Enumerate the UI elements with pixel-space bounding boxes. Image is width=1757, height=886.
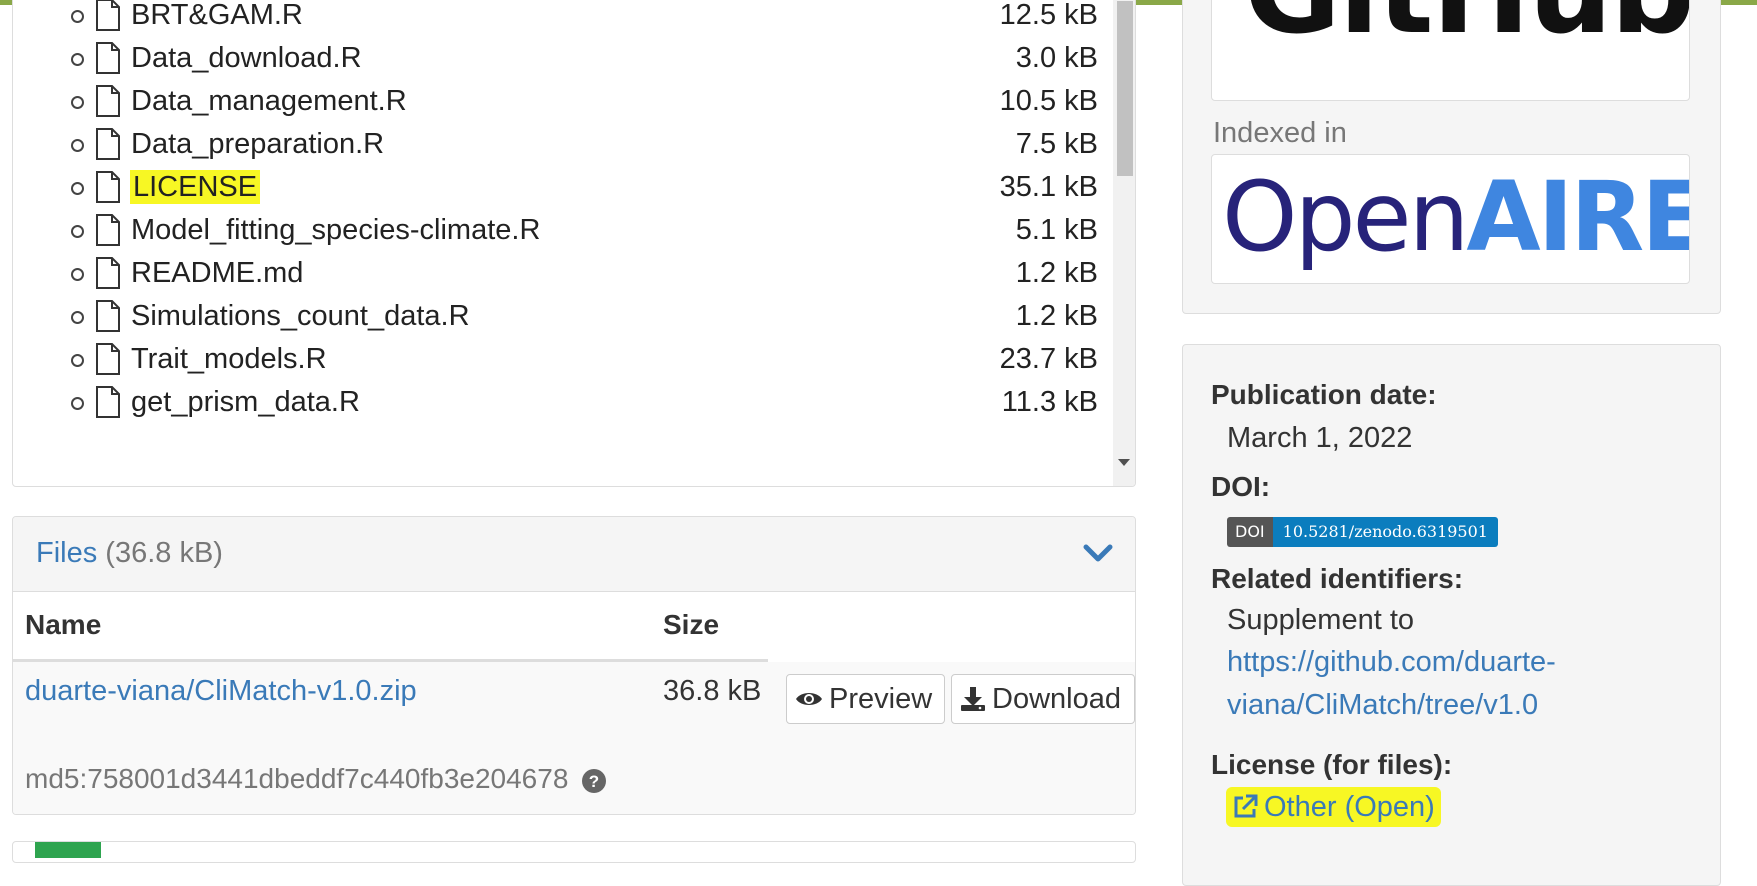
download-icon: [961, 687, 985, 711]
list-item: Simulations_count_data.R 1.2 kB: [13, 297, 1113, 340]
file-size: 1.2 kB: [1015, 257, 1098, 289]
file-name: Data_download.R: [131, 42, 362, 74]
publication-date-value: March 1, 2022: [1227, 422, 1413, 454]
file-size: 35.1 kB: [999, 171, 1098, 203]
publication-date-label: Publication date:: [1211, 379, 1437, 410]
file-icon: [96, 85, 120, 117]
license-label: License (for files):: [1211, 749, 1453, 780]
file-icon: [96, 343, 120, 375]
file-name: BRT&GAM.R: [131, 0, 303, 31]
file-name: README.md: [131, 257, 304, 289]
related-identifier-relation: Supplement to: [1227, 604, 1415, 636]
file-name: Simulations_count_data.R: [131, 300, 470, 332]
list-item: Model_fitting_species-climate.R 5.1 kB: [13, 211, 1113, 254]
doi-badge[interactable]: DOI 10.5281/zenodo.6319501: [1227, 517, 1498, 547]
svg-text:?: ?: [589, 772, 599, 791]
list-item: Data_management.R 10.5 kB: [13, 82, 1113, 125]
file-icon: [96, 257, 120, 289]
metadata-panel: Publication date: March 1, 2022 DOI: DOI…: [1182, 344, 1721, 886]
list-item: Trait_models.R 23.7 kB: [13, 340, 1113, 383]
tree-scrollbar[interactable]: [1113, 0, 1135, 486]
bullet-icon: [71, 311, 84, 324]
archive-file-link[interactable]: duarte-viana/CliMatch-v1.0.zip: [25, 675, 417, 708]
file-size: 11.3 kB: [1001, 386, 1098, 418]
file-size: 7.5 kB: [1015, 128, 1098, 160]
file-icon: [96, 128, 120, 160]
md5-checksum: md5:758001d3441dbeddf7c440fb3e204678 ?: [25, 763, 607, 795]
file-name: Trait_models.R: [131, 343, 327, 375]
tree-scrollbar-thumb[interactable]: [1117, 1, 1133, 176]
indexed-panel: GitHub Indexed in OpenAIRE: [1182, 0, 1721, 314]
file-name: LICENSE: [130, 170, 261, 204]
bullet-icon: [71, 53, 84, 66]
file-icon: [96, 0, 120, 31]
file-name: get_prism_data.R: [131, 386, 360, 418]
files-panel: Files (36.8 kB) Name Size duarte-viana/C…: [12, 516, 1136, 815]
file-size: 12.5 kB: [999, 0, 1098, 31]
doi-label: DOI:: [1211, 471, 1271, 502]
license-link[interactable]: Other (Open): [1226, 787, 1441, 827]
openaire-logo: OpenAIRE: [1222, 161, 1690, 273]
file-icon: [96, 42, 120, 74]
file-size: 5.1 kB: [1015, 214, 1098, 246]
list-item: get_prism_data.R 11.3 kB: [13, 383, 1113, 426]
bullet-icon: [71, 10, 84, 23]
github-logo: GitHub: [1244, 0, 1689, 60]
help-icon[interactable]: ?: [582, 768, 607, 793]
file-size: 10.5 kB: [999, 85, 1098, 117]
scroll-down-arrow-icon[interactable]: [1118, 459, 1130, 466]
files-panel-header[interactable]: Files (36.8 kB): [13, 517, 1135, 592]
list-item: Data_preparation.R 7.5 kB: [13, 125, 1113, 168]
bullet-icon: [71, 354, 84, 367]
file-name: Model_fitting_species-climate.R: [131, 214, 541, 246]
archive-file-size: 36.8 kB: [663, 675, 762, 707]
preview-button[interactable]: Preview: [786, 674, 945, 724]
file-size: 1.2 kB: [1015, 300, 1098, 332]
bullet-icon: [71, 268, 84, 281]
related-identifiers-label: Related identifiers:: [1211, 563, 1464, 594]
external-link-icon: [1234, 794, 1258, 818]
eye-icon: [796, 693, 822, 705]
file-tree-panel: BRT&GAM.R 12.5 kB Data_download.R 3.0 kB Dat…: [12, 0, 1136, 487]
file-size: 23.7 kB: [999, 343, 1098, 375]
files-title[interactable]: Files (36.8 kB): [36, 537, 223, 570]
related-identifier-link[interactable]: https://github.com/duarte-viana/CliMatch…: [1227, 641, 1647, 727]
column-header-size: Size: [663, 609, 720, 640]
file-icon: [96, 214, 120, 246]
list-item: Data_download.R 3.0 kB: [13, 39, 1113, 82]
chevron-down-icon[interactable]: [1083, 543, 1113, 563]
indexed-in-label: Indexed in: [1213, 117, 1347, 149]
download-button[interactable]: Download: [951, 674, 1135, 724]
list-item: LICENSE 35.1 kB: [13, 168, 1113, 211]
panel-accent-corner: [35, 842, 101, 858]
next-panel-edge: [12, 841, 1136, 863]
bullet-icon: [71, 225, 84, 238]
bullet-icon: [71, 139, 84, 152]
file-icon: [96, 386, 120, 418]
file-name: Data_preparation.R: [131, 128, 385, 160]
list-item: BRT&GAM.R 12.5 kB: [13, 0, 1113, 39]
files-total-size: (36.8 kB): [105, 537, 223, 569]
list-item: README.md 1.2 kB: [13, 254, 1113, 297]
openaire-logo-box[interactable]: OpenAIRE: [1211, 154, 1690, 284]
file-name: Data_management.R: [131, 85, 407, 117]
file-icon: [96, 171, 120, 203]
bullet-icon: [71, 397, 84, 410]
column-header-name: Name: [25, 609, 102, 640]
bullet-icon: [71, 182, 84, 195]
file-size: 3.0 kB: [1015, 42, 1098, 74]
github-logo-box[interactable]: GitHub: [1211, 0, 1690, 101]
bullet-icon: [71, 96, 84, 109]
file-icon: [96, 300, 120, 332]
